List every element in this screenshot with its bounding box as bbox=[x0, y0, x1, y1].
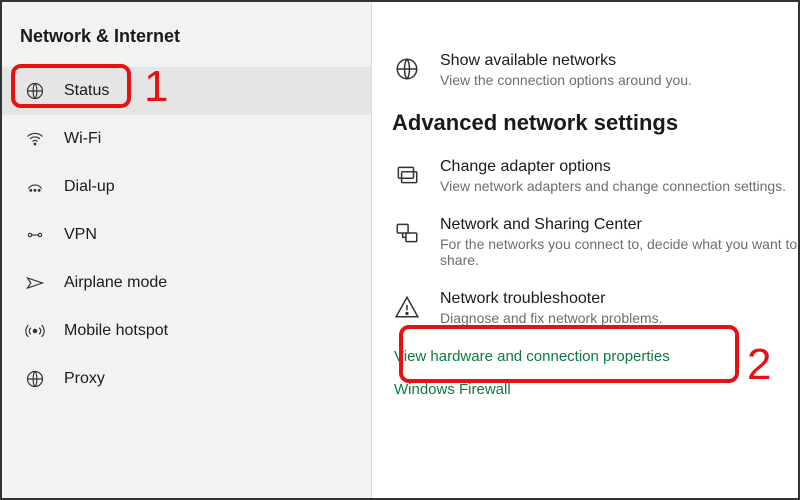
sidebar-item-hotspot[interactable]: Mobile hotspot bbox=[2, 307, 371, 355]
airplane-icon bbox=[24, 272, 46, 294]
sidebar-item-status[interactable]: Status bbox=[2, 67, 371, 115]
sidebar-item-label: Wi-Fi bbox=[64, 130, 101, 148]
sidebar-item-label: Dial-up bbox=[64, 178, 115, 196]
wifi-icon bbox=[24, 128, 46, 150]
sidebar-item-vpn[interactable]: VPN bbox=[2, 211, 371, 259]
option-title: Network and Sharing Center bbox=[440, 216, 798, 234]
sidebar-item-label: VPN bbox=[64, 226, 97, 244]
sidebar-item-airplane[interactable]: Airplane mode bbox=[2, 259, 371, 307]
sidebar-item-proxy[interactable]: Proxy bbox=[2, 355, 371, 403]
sidebar-item-label: Proxy bbox=[64, 370, 105, 388]
option-title: Show available networks bbox=[440, 52, 798, 70]
adapter-icon bbox=[392, 160, 422, 190]
hotspot-icon bbox=[24, 320, 46, 342]
warning-icon bbox=[392, 292, 422, 322]
option-troubleshooter[interactable]: Network troubleshooter Diagnose and fix … bbox=[392, 290, 798, 326]
section-heading-advanced: Advanced network settings bbox=[392, 110, 798, 136]
sidebar-item-label: Airplane mode bbox=[64, 274, 167, 292]
link-windows-firewall[interactable]: Windows Firewall bbox=[394, 381, 798, 398]
option-title: Change adapter options bbox=[440, 158, 798, 176]
vpn-icon bbox=[24, 224, 46, 246]
sharing-icon bbox=[392, 218, 422, 248]
dialup-icon bbox=[24, 176, 46, 198]
link-hardware-properties[interactable]: View hardware and connection properties bbox=[394, 348, 798, 365]
option-sharing[interactable]: Network and Sharing Center For the netwo… bbox=[392, 216, 798, 268]
globe-icon bbox=[24, 80, 46, 102]
sidebar-item-dialup[interactable]: Dial-up bbox=[2, 163, 371, 211]
option-desc: View network adapters and change connect… bbox=[440, 178, 798, 194]
sidebar-item-wifi[interactable]: Wi-Fi bbox=[2, 115, 371, 163]
option-desc: View the connection options around you. bbox=[440, 72, 798, 88]
sidebar-item-label: Status bbox=[64, 82, 109, 100]
option-show-available[interactable]: Show available networks View the connect… bbox=[392, 52, 798, 88]
option-desc: For the networks you connect to, decide … bbox=[440, 236, 798, 268]
settings-sidebar: Network & Internet Status Wi-Fi Dial-up … bbox=[2, 2, 372, 498]
option-desc: Diagnose and fix network problems. bbox=[440, 310, 798, 326]
sidebar-item-label: Mobile hotspot bbox=[64, 322, 168, 340]
option-adapter[interactable]: Change adapter options View network adap… bbox=[392, 158, 798, 194]
globe-icon bbox=[392, 54, 422, 84]
sidebar-title: Network & Internet bbox=[2, 26, 371, 67]
option-title: Network troubleshooter bbox=[440, 290, 798, 308]
globe-icon bbox=[24, 368, 46, 390]
main-panel: Show available networks View the connect… bbox=[372, 2, 798, 498]
